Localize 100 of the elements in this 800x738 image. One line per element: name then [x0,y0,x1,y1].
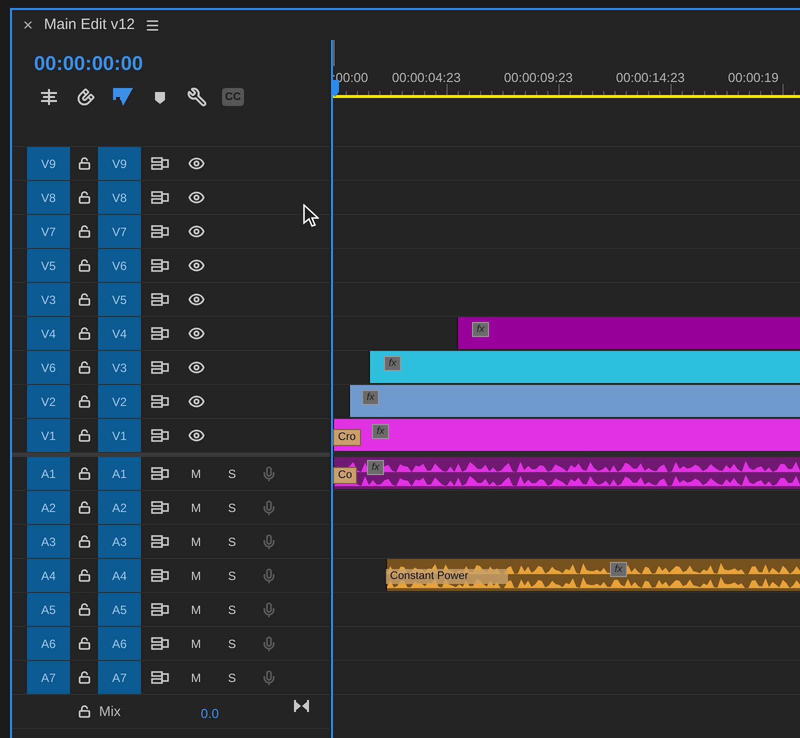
close-icon[interactable] [22,19,34,31]
lock-icon[interactable] [78,327,90,340]
mute-button[interactable]: M [178,661,214,694]
track-output-icon[interactable] [150,156,168,170]
fx-badge[interactable]: fx [372,424,389,439]
eye-icon[interactable] [188,257,204,274]
solo-button[interactable]: S [214,661,250,694]
eye-icon[interactable] [188,427,204,444]
track-target[interactable]: V9 [98,147,141,180]
track-output-icon[interactable] [150,258,168,272]
lock-icon[interactable] [78,191,90,204]
track-target[interactable]: V2 [98,385,141,418]
bowtie-icon[interactable] [294,700,309,712]
solo-button[interactable]: S [214,559,250,592]
lock-icon[interactable] [78,225,90,238]
source-patch[interactable]: V4 [27,317,70,350]
source-patch[interactable]: V6 [27,351,70,384]
track-output-icon[interactable] [150,466,168,480]
lock-icon[interactable] [78,467,90,480]
source-patch[interactable]: V1 [27,419,70,452]
fx-badge[interactable]: fx [472,322,489,337]
source-patch[interactable]: A2 [27,491,70,524]
fx-badge[interactable]: fx [384,356,401,371]
lock-icon[interactable] [78,603,90,616]
video-clip[interactable] [349,385,800,417]
track-output-icon[interactable] [150,326,168,340]
transition-label[interactable]: Constant Power [386,569,508,584]
track-target[interactable]: V3 [98,351,141,384]
track-output-icon[interactable] [150,394,168,408]
mute-button[interactable]: M [178,457,214,490]
track-target[interactable]: V4 [98,317,141,350]
track-output-icon[interactable] [150,636,168,650]
track-output-icon[interactable] [150,500,168,514]
fx-badge[interactable]: fx [610,562,627,577]
track-output-icon[interactable] [150,224,168,238]
mute-button[interactable]: M [178,593,214,626]
eye-icon[interactable] [188,291,204,308]
eye-icon[interactable] [188,155,204,172]
eye-icon[interactable] [188,359,204,376]
track-target[interactable]: V8 [98,181,141,214]
fx-badge[interactable]: fx [362,390,379,405]
lock-icon[interactable] [78,395,90,408]
source-patch[interactable]: V3 [27,283,70,316]
solo-button[interactable]: S [214,457,250,490]
track-target[interactable]: A5 [98,593,141,626]
track-output-icon[interactable] [150,534,168,548]
eye-icon[interactable] [188,393,204,410]
solo-button[interactable]: S [214,525,250,558]
track-output-icon[interactable] [150,670,168,684]
mute-button[interactable]: M [178,491,214,524]
video-clip[interactable] [457,317,800,349]
transition-label[interactable]: Cro [333,429,361,446]
source-patch[interactable]: A7 [27,661,70,694]
track-target[interactable]: A4 [98,559,141,592]
timecode[interactable]: 00:00:00:00 [34,52,330,76]
lock-icon[interactable] [78,157,90,170]
track-target[interactable]: V5 [98,283,141,316]
source-patch[interactable]: A4 [27,559,70,592]
lock-icon[interactable] [78,501,90,514]
track-output-icon[interactable] [150,190,168,204]
lock-icon[interactable] [78,705,91,718]
source-patch[interactable]: V9 [27,147,70,180]
video-clip[interactable] [333,419,800,451]
track-output-icon[interactable] [150,428,168,442]
mute-button[interactable]: M [178,559,214,592]
solo-button[interactable]: S [214,593,250,626]
linked-selection-button[interactable] [111,86,135,108]
source-patch[interactable]: A5 [27,593,70,626]
source-patch[interactable]: V7 [27,215,70,248]
lock-icon[interactable] [78,361,90,374]
track-target[interactable]: A3 [98,525,141,558]
track-output-icon[interactable] [150,602,168,616]
mute-button[interactable]: M [178,627,214,660]
source-patch[interactable]: V8 [27,181,70,214]
source-patch[interactable]: A6 [27,627,70,660]
wrench-button[interactable] [185,86,209,108]
track-target[interactable]: V1 [98,419,141,452]
mute-button[interactable]: M [178,525,214,558]
source-patch[interactable]: V2 [27,385,70,418]
eye-icon[interactable] [188,325,204,342]
lock-icon[interactable] [78,429,90,442]
fx-badge[interactable]: fx [367,460,384,475]
track-target[interactable]: A6 [98,627,141,660]
track-target[interactable]: V7 [98,215,141,248]
menu-icon[interactable] [144,18,160,32]
source-patch[interactable]: V5 [27,249,70,282]
track-output-icon[interactable] [150,568,168,582]
track-target[interactable]: A7 [98,661,141,694]
eye-icon[interactable] [188,223,204,240]
eye-icon[interactable] [188,189,204,206]
track-target[interactable]: V6 [98,249,141,282]
lock-icon[interactable] [78,293,90,306]
source-patch[interactable]: A1 [27,457,70,490]
track-output-icon[interactable] [150,360,168,374]
lock-icon[interactable] [78,535,90,548]
lock-icon[interactable] [78,569,90,582]
solo-button[interactable]: S [214,491,250,524]
transition-label[interactable]: Co [333,467,358,484]
mix-value[interactable]: 0.0 [200,704,219,724]
video-clip[interactable] [369,351,800,383]
